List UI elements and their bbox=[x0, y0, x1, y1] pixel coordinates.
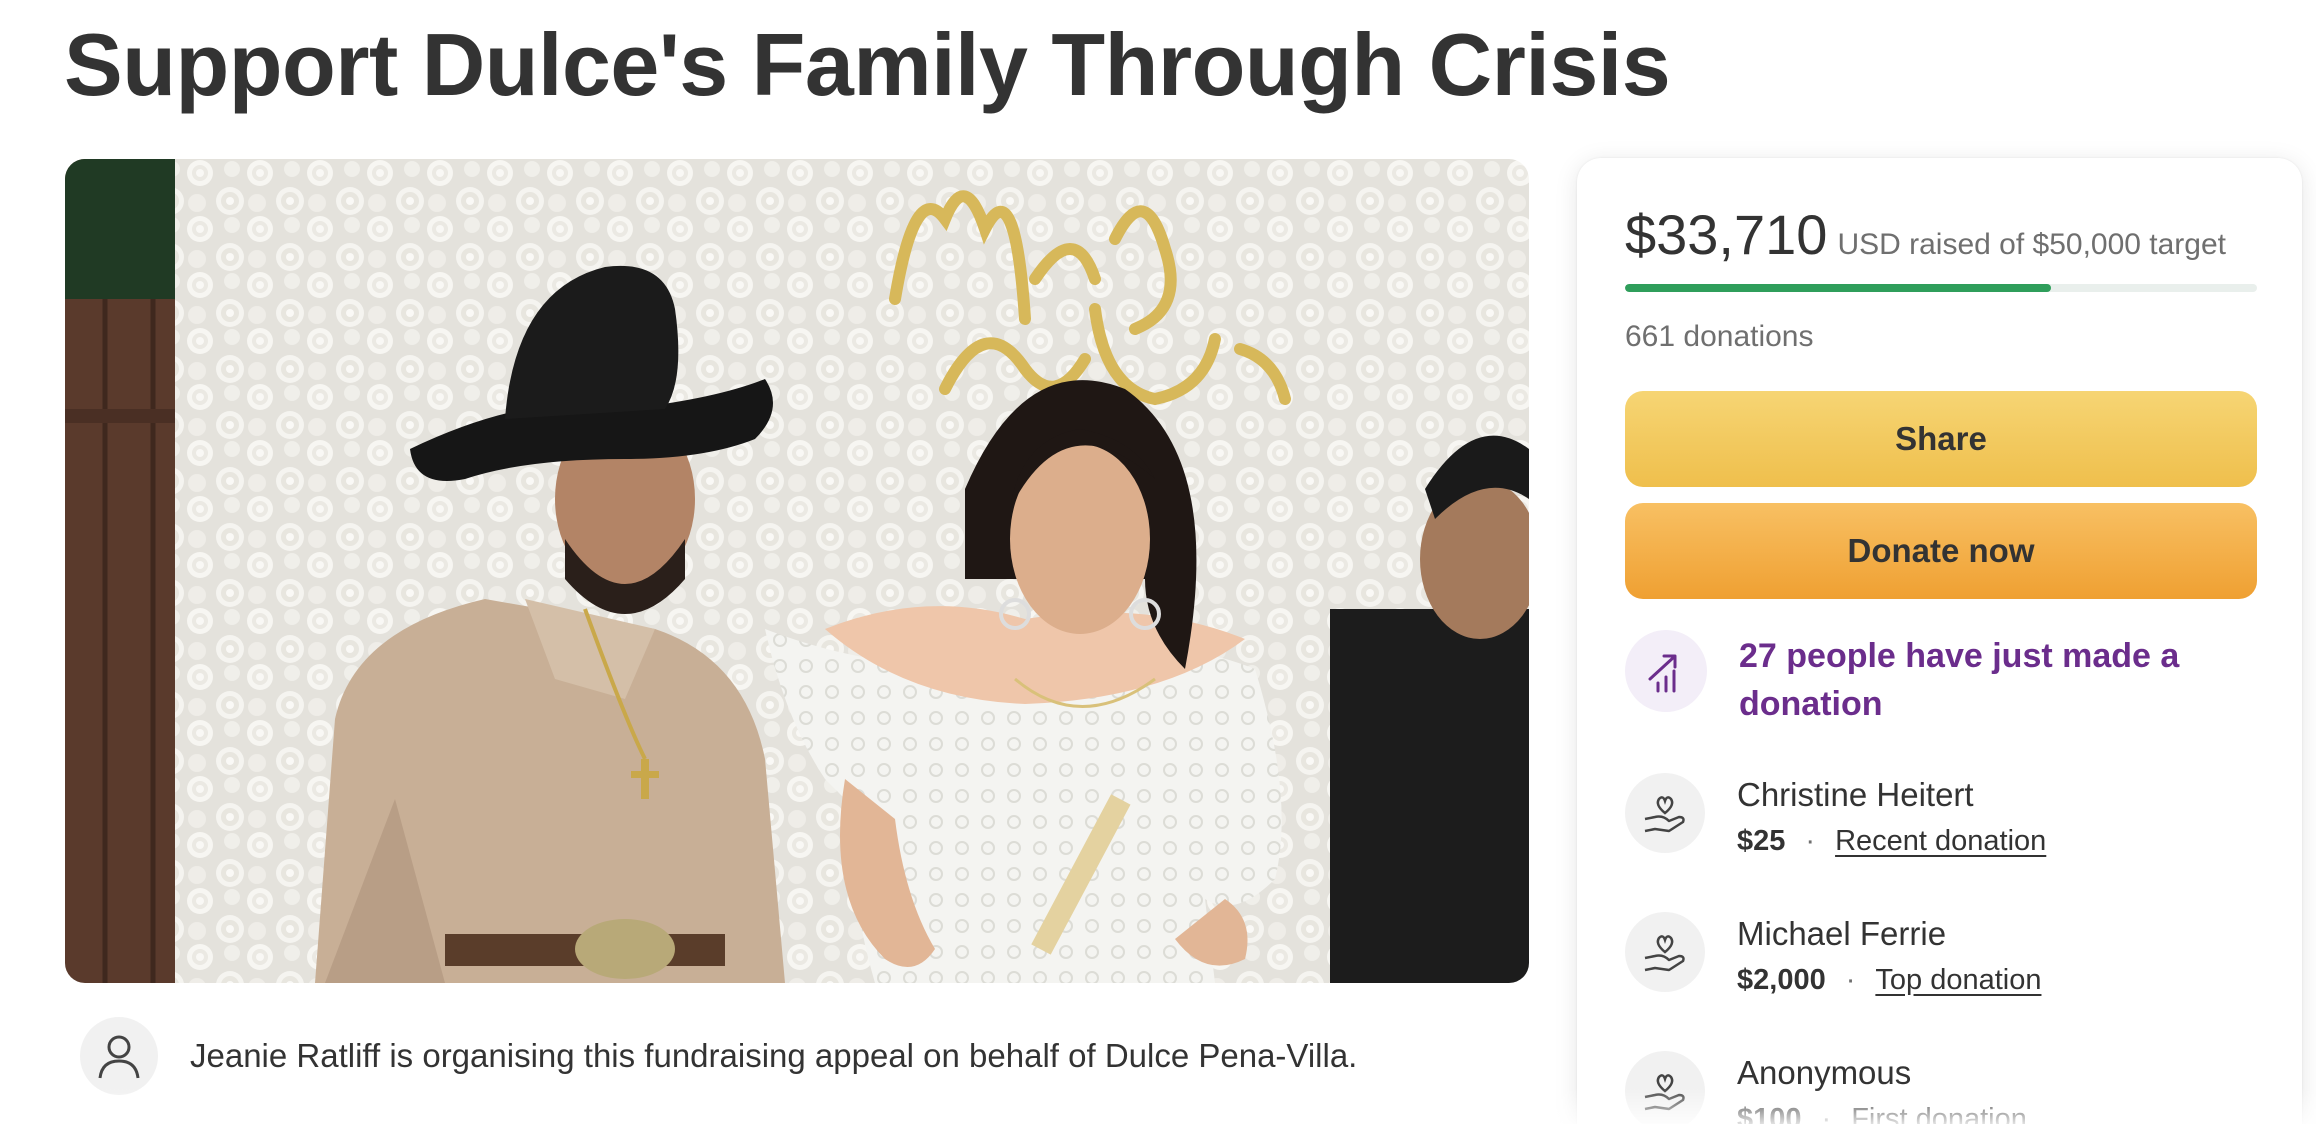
raised-summary: $33,710 USD raised of $50,000 target bbox=[1625, 202, 2226, 267]
heart-hand-icon bbox=[1625, 773, 1705, 853]
donor-amount: $2,000 bbox=[1737, 964, 1826, 996]
separator-dot: · bbox=[1821, 1103, 1832, 1124]
separator-dot: · bbox=[1845, 964, 1856, 996]
organiser-text: Jeanie Ratliff is organising this fundra… bbox=[190, 1037, 1358, 1074]
progress-fill bbox=[1625, 284, 2051, 292]
donate-now-button[interactable]: Donate now bbox=[1625, 503, 2257, 599]
donor-name: Anonymous bbox=[1737, 1054, 1912, 1091]
couple-photo bbox=[65, 159, 1529, 983]
share-button[interactable]: Share bbox=[1625, 391, 2257, 487]
recent-donation-link[interactable]: Recent donation bbox=[1835, 825, 2046, 858]
recent-donations-text: 27 people have just made a donation bbox=[1739, 637, 2180, 723]
separator-dot: · bbox=[1805, 825, 1816, 857]
top-donation-link[interactable]: Top donation bbox=[1875, 964, 2041, 997]
trending-chart-icon bbox=[1625, 630, 1707, 712]
donor-name: Christine Heitert bbox=[1737, 776, 1974, 813]
page-title: Support Dulce's Family Through Crisis bbox=[64, 15, 1671, 114]
donation-sidebar: $33,710 USD raised of $50,000 target 661… bbox=[1577, 158, 2302, 1124]
donor-amount: $25 bbox=[1737, 825, 1786, 857]
raised-target-text: USD raised of $50,000 target bbox=[1837, 228, 2227, 261]
donor-item: Christine Heitert $25 · Recent donation bbox=[1625, 773, 2046, 858]
organiser-info: Jeanie Ratliff is organising this fundra… bbox=[80, 1016, 1357, 1096]
hero-photo bbox=[65, 159, 1529, 983]
donation-count: 661 donations bbox=[1625, 320, 1814, 353]
raised-amount: $33,710 bbox=[1625, 203, 1828, 266]
donor-name: Michael Ferrie bbox=[1737, 915, 1947, 952]
heart-hand-icon bbox=[1625, 1051, 1705, 1124]
donor-item: Anonymous $100 · First donation bbox=[1625, 1051, 2027, 1124]
recent-activity-notice: 27 people have just made a donation bbox=[1625, 630, 2199, 728]
heart-hand-icon bbox=[1625, 912, 1705, 992]
donor-item: Michael Ferrie $2,000 · Top donation bbox=[1625, 912, 2041, 997]
first-donation-link[interactable]: First donation bbox=[1851, 1103, 2027, 1124]
person-icon bbox=[80, 1017, 158, 1095]
donor-amount: $100 bbox=[1737, 1103, 1802, 1124]
progress-bar bbox=[1625, 284, 2257, 292]
